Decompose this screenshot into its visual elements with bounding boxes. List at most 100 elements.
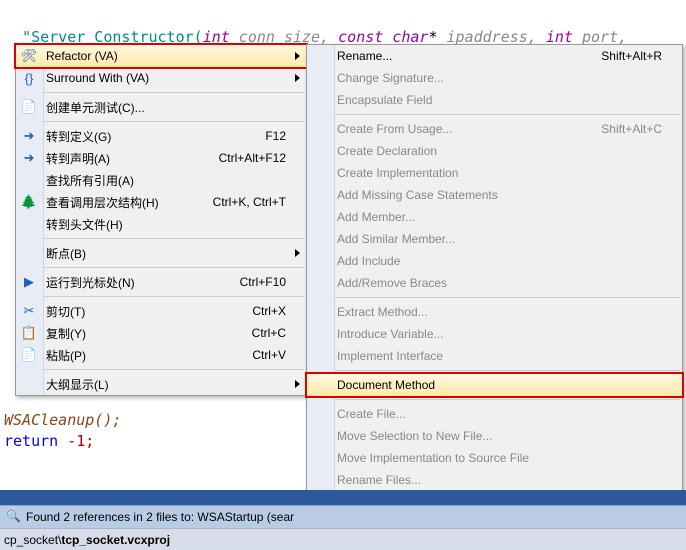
menu-item-add-similar-member: Add Similar Member... <box>307 228 682 250</box>
menu-item-document-method[interactable]: Document Method <box>306 373 683 397</box>
menu-item-create-declaration: Create Declaration <box>307 140 682 162</box>
menu-item-add-member: Add Member... <box>307 206 682 228</box>
menu-item-label: Create From Usage... <box>337 122 589 136</box>
menu-item-p[interactable]: 📄 粘贴(P) Ctrl+V <box>16 344 306 366</box>
menu-item-label: 转到声明(A) <box>46 150 207 167</box>
menu-item-label: Create File... <box>337 407 662 421</box>
menu-item-g[interactable]: ➜转到定义(G)F12 <box>16 125 306 147</box>
menu-item-label: Create Declaration <box>337 144 662 158</box>
menu-item-h[interactable]: 🌲 查看调用层次结构(H) Ctrl+K, Ctrl+T <box>16 191 306 213</box>
menu-item-label: 转到定义(G) <box>46 128 253 145</box>
menu-item-label: Surround With (VA) <box>46 71 286 85</box>
menu-separator <box>44 92 304 93</box>
menu-shortcut: Ctrl+F10 <box>240 275 286 289</box>
menu-item-add-remove-braces: Add/Remove Braces <box>307 272 682 294</box>
menu-separator <box>44 238 304 239</box>
submenu-arrow-icon <box>295 249 300 257</box>
menu-item-label: Move Selection to New File... <box>337 429 662 443</box>
menu-item-label: Add Member... <box>337 210 662 224</box>
menu-item-label: 剪切(T) <box>46 303 240 320</box>
查看调用层次结构(H)-icon: 🌲 <box>20 193 38 211</box>
menu-item-t[interactable]: ✂ 剪切(T) Ctrl+X <box>16 300 306 322</box>
menu-item-n[interactable]: ▶ 运行到光标处(N) Ctrl+F10 <box>16 271 306 293</box>
search-icon: 🔍 <box>6 509 22 525</box>
menu-item-create-file: Create File... <box>307 403 682 425</box>
code-line-top: "Server Constructor(int conn_size, const… <box>4 10 636 46</box>
menu-item-rename-files: Rename Files... <box>307 469 682 491</box>
menu-separator <box>335 370 680 371</box>
menu-item-label: Add Similar Member... <box>337 232 662 246</box>
context-menu[interactable]: 🛠 Refactor (VA) {} Surround With (VA) 📄创建单元测… <box>15 44 307 396</box>
menu-separator <box>44 296 304 297</box>
menu-item-label: Implement Interface <box>337 349 662 363</box>
menu-item-label: Add/Remove Braces <box>337 276 662 290</box>
menu-item-extract-method: Extract Method... <box>307 301 682 323</box>
menu-item-label: 转到头文件(H) <box>46 216 286 233</box>
转到定义(G)-icon: ➜ <box>20 127 38 145</box>
status-bar: 🔍 Found 2 references in 2 files to: WSAS… <box>0 505 686 528</box>
menu-item-label: Introduce Variable... <box>337 327 662 341</box>
menu-item-label: 粘贴(P) <box>46 347 240 364</box>
menu-item-add-include: Add Include <box>307 250 682 272</box>
menu-separator <box>44 121 304 122</box>
menu-item-label: 断点(B) <box>46 245 286 262</box>
menu-item-h[interactable]: 转到头文件(H) <box>16 213 306 235</box>
menu-item-encapsulate-field: Encapsulate Field <box>307 89 682 111</box>
menu-item-a[interactable]: 查找所有引用(A) <box>16 169 306 191</box>
menu-item-label: Move Implementation to Source File <box>337 451 662 465</box>
menu-item-create-from-usage: Create From Usage... Shift+Alt+C <box>307 118 682 140</box>
menu-item-label: Create Implementation <box>337 166 662 180</box>
menu-shortcut: Shift+Alt+C <box>601 122 662 136</box>
Surround With (VA)-icon: {} <box>20 69 38 87</box>
tab-path: cp_socket\ <box>4 533 61 547</box>
menu-separator <box>335 114 680 115</box>
menu-item-l[interactable]: 大纲显示(L) <box>16 373 306 395</box>
menu-item-label: 查看调用层次结构(H) <box>46 194 201 211</box>
menu-item-label: 查找所有引用(A) <box>46 172 286 189</box>
menu-item-label: Change Signature... <box>337 71 662 85</box>
menu-item-label: 大纲显示(L) <box>46 376 286 393</box>
复制(Y)-icon: 📋 <box>20 324 38 342</box>
menu-item-y[interactable]: 📋复制(Y)Ctrl+C <box>16 322 306 344</box>
menu-item-create-implementation: Create Implementation <box>307 162 682 184</box>
menu-item-rename[interactable]: Rename...Shift+Alt+R <box>307 45 682 67</box>
menu-item-introduce-variable: Introduce Variable... <box>307 323 682 345</box>
menu-item-label: Document Method <box>337 378 662 392</box>
tab-filename: tcp_socket.vcxproj <box>61 533 170 547</box>
menu-item-a[interactable]: ➜ 转到声明(A) Ctrl+Alt+F12 <box>16 147 306 169</box>
创建单元测试(C)...-icon: 📄 <box>20 98 38 116</box>
menu-item-label: Encapsulate Field <box>337 93 662 107</box>
menu-separator <box>335 399 680 400</box>
粘贴(P)-icon: 📄 <box>20 346 38 364</box>
menu-item-add-missing-case-statements: Add Missing Case Statements <box>307 184 682 206</box>
refactor-submenu[interactable]: Rename...Shift+Alt+R Change Signature... E… <box>306 44 683 550</box>
Refactor (VA)-icon: 🛠 <box>20 47 38 65</box>
menu-shortcut: Ctrl+X <box>252 304 286 318</box>
menu-shortcut: Shift+Alt+R <box>601 49 662 63</box>
menu-item-refactor-va[interactable]: 🛠 Refactor (VA) <box>15 44 307 68</box>
menu-item-label: Add Include <box>337 254 662 268</box>
menu-shortcut: Ctrl+V <box>252 348 286 362</box>
menu-item-c[interactable]: 📄创建单元测试(C)... <box>16 96 306 118</box>
menu-item-label: Extract Method... <box>337 305 662 319</box>
submenu-arrow-icon <box>295 74 300 82</box>
menu-item-label: 运行到光标处(N) <box>46 274 228 291</box>
menu-shortcut: Ctrl+K, Ctrl+T <box>213 195 286 209</box>
menu-item-b[interactable]: 断点(B) <box>16 242 306 264</box>
menu-item-surround-with-va[interactable]: {} Surround With (VA) <box>16 67 306 89</box>
运行到光标处(N)-icon: ▶ <box>20 273 38 291</box>
menu-separator <box>335 297 680 298</box>
menu-item-implement-interface: Implement Interface <box>307 345 682 367</box>
menu-separator <box>44 267 304 268</box>
status-text: Found 2 references in 2 files to: WSASta… <box>26 510 294 524</box>
menu-item-label: Refactor (VA) <box>46 49 286 63</box>
code-line-bottom2: return -1; <box>4 432 94 450</box>
转到声明(A)-icon: ➜ <box>20 149 38 167</box>
menu-item-label: Add Missing Case Statements <box>337 188 662 202</box>
menu-item-label: Rename Files... <box>337 473 662 487</box>
menu-shortcut: Ctrl+Alt+F12 <box>219 151 286 165</box>
code-line-bottom1: WSACleanup(); <box>4 410 121 430</box>
tab-bar: cp_socket\tcp_socket.vcxproj <box>0 528 686 550</box>
剪切(T)-icon: ✂ <box>20 302 38 320</box>
submenu-arrow-icon <box>295 380 300 388</box>
